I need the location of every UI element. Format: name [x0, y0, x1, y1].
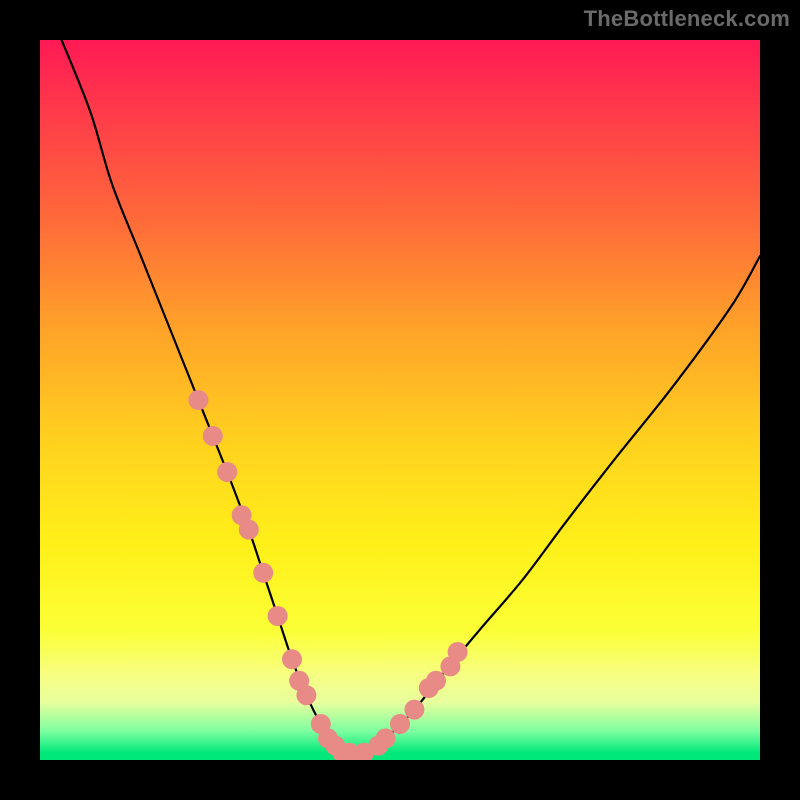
highlight-dot: [282, 649, 302, 669]
highlight-dot: [296, 685, 316, 705]
bottleneck-curve: [62, 40, 760, 754]
baseline: [40, 758, 760, 760]
chart-frame: TheBottleneck.com: [0, 0, 800, 800]
plot-area: [40, 40, 760, 760]
highlight-dot: [426, 671, 446, 691]
highlight-dot: [253, 563, 273, 583]
highlight-dot: [404, 700, 424, 720]
highlight-dots: [188, 390, 467, 760]
highlight-dot: [390, 714, 410, 734]
watermark-text: TheBottleneck.com: [584, 6, 790, 32]
highlight-dot: [217, 462, 237, 482]
highlight-dot: [203, 426, 223, 446]
highlight-dot: [268, 606, 288, 626]
highlight-dot: [448, 642, 468, 662]
highlight-dot: [376, 728, 396, 748]
highlight-dot: [188, 390, 208, 410]
curve-layer: [40, 40, 760, 760]
highlight-dot: [239, 520, 259, 540]
